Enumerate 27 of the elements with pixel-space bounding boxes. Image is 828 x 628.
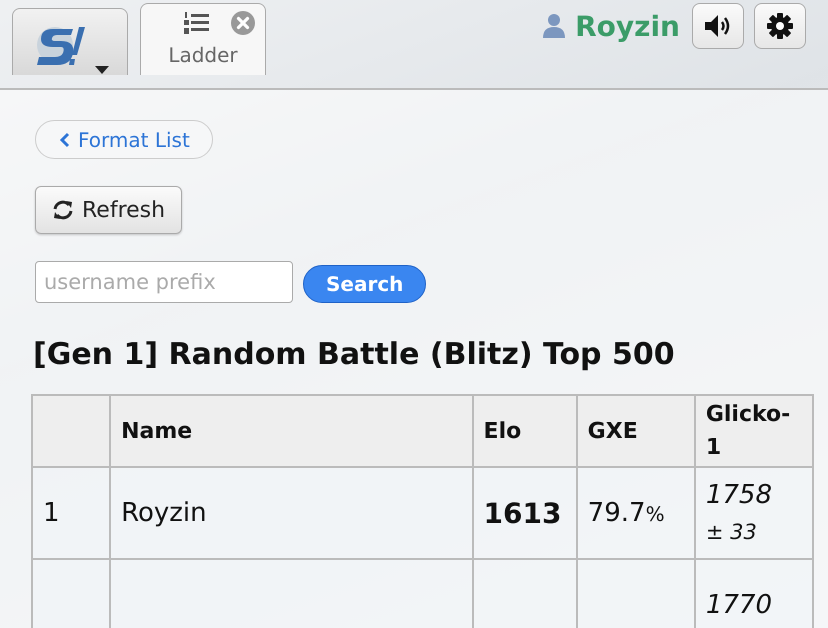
name-cell: Royzin xyxy=(110,467,473,559)
chevron-left-icon xyxy=(60,132,70,148)
rank-cell: 1 xyxy=(32,467,110,559)
glicko-cell: 1758 ± 33 xyxy=(694,467,813,559)
refresh-button[interactable]: Refresh xyxy=(35,186,182,234)
search-button[interactable]: Search xyxy=(303,265,426,303)
user-icon xyxy=(543,14,566,38)
elo-cell: 1613 xyxy=(472,467,577,559)
column-header: Glicko-1 xyxy=(694,395,813,467)
numbered-list-icon xyxy=(183,11,209,35)
username-search-field[interactable]: username prefix xyxy=(35,261,293,303)
close-icon[interactable] xyxy=(231,11,255,35)
ladder-tab[interactable]: Ladder xyxy=(140,3,266,75)
username[interactable]: Royzin xyxy=(575,10,680,42)
home-menu-tab[interactable] xyxy=(12,8,128,75)
format-list-button[interactable]: Format List xyxy=(35,120,213,159)
column-header: Elo xyxy=(472,395,577,467)
settings-button[interactable] xyxy=(754,3,806,49)
settings-icon xyxy=(766,12,794,40)
glicko-cell: 1770 xyxy=(694,559,813,628)
column-header: Name xyxy=(110,395,473,467)
sound-button[interactable] xyxy=(692,3,744,49)
ladder-title: [Gen 1] Random Battle (Blitz) Top 500 xyxy=(33,337,675,372)
column-header: GXE xyxy=(576,395,695,467)
caret-icon xyxy=(95,66,109,74)
gxe-cell: 79.7% xyxy=(576,467,695,559)
refresh-icon xyxy=(52,200,74,220)
